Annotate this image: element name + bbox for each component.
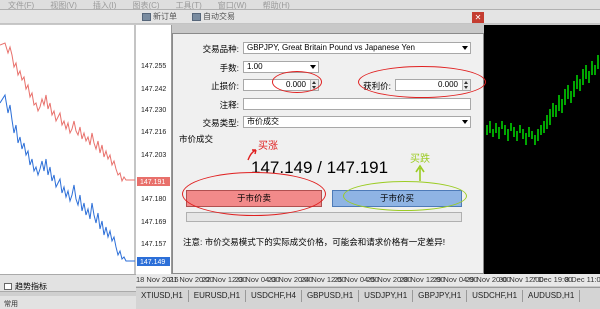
tab-audusd[interactable]: AUDUSD,H1 <box>523 290 581 302</box>
candlestick-chart[interactable] <box>484 25 600 274</box>
tab-xtiusd[interactable]: XTIUSD,H1 <box>136 290 189 302</box>
stoploss-label: 止损价: <box>211 81 239 91</box>
chevron-down-icon <box>310 65 316 69</box>
volume-value: 1.00 <box>247 62 263 71</box>
price-tick: 147.180 <box>141 196 166 203</box>
time-tick: 8 Dec 11:00 <box>565 275 600 284</box>
ordertype-label: 交易类型: <box>202 118 239 128</box>
auto-trade-icon <box>192 13 201 21</box>
toolbar: 新订单 自动交易 <box>0 10 600 24</box>
bid-line <box>0 93 135 262</box>
chevron-down-icon <box>462 46 468 50</box>
candlestick-svg <box>486 55 599 145</box>
navigator-tab[interactable]: 常用 <box>4 299 18 309</box>
menu-window[interactable]: 窗口(W) <box>210 2 255 10</box>
time-tick: 25 Nov 20:00 <box>367 275 412 284</box>
menu-chart[interactable]: 图表(C) <box>124 2 167 10</box>
stoploss-highlight-oval <box>272 71 322 93</box>
new-order-button[interactable]: 新订单 <box>140 12 177 22</box>
buy-annotation: 买跌 <box>410 154 430 165</box>
menu-bar: 文件(F) 视图(V) 插入(I) 图表(C) 工具(T) 窗口(W) 帮助(H) <box>0 0 600 10</box>
tick-chart[interactable]: 147.255 147.242 147.230 147.216 147.203 … <box>0 25 172 274</box>
close-icon[interactable]: ✕ <box>472 12 484 23</box>
bid-price-badge-text: 147.149 <box>140 259 165 266</box>
chevron-down-icon <box>462 120 468 124</box>
price-tick: 147.255 <box>141 63 166 70</box>
time-tick: 21 Nov 20:00 <box>169 275 214 284</box>
indicator-label: 趋势指标 <box>15 282 47 291</box>
ordertype-value: 市价成交 <box>247 117 279 126</box>
ordertype-select[interactable]: 市价成交 <box>243 116 471 128</box>
navigator-panel: 趋势指标 常用 <box>0 274 136 309</box>
time-tick: 24 Nov 12:00 <box>301 275 346 284</box>
auto-trade-button[interactable]: 自动交易 <box>190 12 235 22</box>
time-tick: 30 Nov 12:00 <box>499 275 544 284</box>
tab-gbpusd[interactable]: GBPUSD,H1 <box>302 290 360 302</box>
tab-usdjpy[interactable]: USDJPY,H1 <box>359 290 414 302</box>
price-tick: 147.230 <box>141 107 166 114</box>
buy-button-highlight-oval <box>343 181 467 211</box>
price-tick: 147.242 <box>141 86 166 93</box>
tab-usdchf-h4[interactable]: USDCHF,H4 <box>246 290 302 302</box>
menu-file[interactable]: 文件(F) <box>0 2 42 10</box>
time-tick: 25 Nov 04:00 <box>334 275 379 284</box>
sell-button-highlight-oval <box>182 172 326 216</box>
ask-line <box>0 42 135 183</box>
price-separator: / <box>312 158 327 177</box>
chart-tabs: XTIUSD,H1 EURUSD,H1 USDCHF,H4 GBPUSD,H1 USDJ… <box>136 287 600 309</box>
price-tick: 147.216 <box>141 129 166 136</box>
time-tick: 29 Nov 20:00 <box>466 275 511 284</box>
time-tick: 18 Nov 2016 <box>136 275 179 284</box>
tick-chart-svg: 147.255 147.242 147.230 147.216 147.203 … <box>0 25 170 274</box>
horizontal-scrollbar[interactable] <box>0 291 136 296</box>
price-tick: 147.203 <box>141 152 166 159</box>
menu-view[interactable]: 视图(V) <box>42 2 85 10</box>
notice-text: 注意: 市价交易模式下的实际成交价格，可能会和请求价格有一定差异! <box>183 237 446 247</box>
menu-tools[interactable]: 工具(T) <box>168 2 210 10</box>
symbol-select[interactable]: GBPJPY, Great Britain Pound vs Japanese … <box>243 42 471 54</box>
new-order-icon <box>142 13 151 21</box>
time-tick: 28 Nov 12:00 <box>400 275 445 284</box>
sell-annotation: 买涨 <box>258 141 278 152</box>
volume-label: 手数: <box>219 63 239 73</box>
menu-insert[interactable]: 插入(I) <box>85 2 125 10</box>
time-tick: 22 Nov 12:00 <box>202 275 247 284</box>
time-tick: 23 Nov 20:00 <box>268 275 313 284</box>
candles <box>486 55 599 145</box>
time-tick: 29 Nov 04:00 <box>433 275 478 284</box>
tab-gbpjpy[interactable]: GBPJPY,H1 <box>413 290 468 302</box>
new-order-label: 新订单 <box>153 12 177 21</box>
ask-price-badge-text: 147.191 <box>140 179 165 186</box>
time-axis: 18 Nov 201621 Nov 20:0022 Nov 12:0023 No… <box>136 274 600 286</box>
price-tick: 147.169 <box>141 219 166 226</box>
indicator-icon <box>4 283 12 291</box>
comment-label: 注释: <box>219 100 239 110</box>
tab-eurusd[interactable]: EURUSD,H1 <box>189 290 247 302</box>
green-arrow-icon <box>415 164 425 181</box>
takeprofit-highlight-oval <box>358 66 486 98</box>
symbol-value: GBPJPY, Great Britain Pound vs Japanese … <box>247 43 415 52</box>
time-tick: 23 Nov 04:00 <box>235 275 280 284</box>
ask-price: 147.191 <box>326 158 389 177</box>
red-arrow-icon <box>247 149 257 161</box>
comment-input[interactable] <box>243 98 471 110</box>
section-title: 市价成交 <box>179 134 214 144</box>
menu-help[interactable]: 帮助(H) <box>255 2 298 10</box>
tab-usdchf-h1[interactable]: USDCHF,H1 <box>467 290 524 302</box>
symbol-label: 交易品种: <box>202 44 239 54</box>
navigator-tab-label: 常用 <box>4 301 18 308</box>
time-tick: 7 Dec 19:00 <box>532 275 573 284</box>
auto-trade-label: 自动交易 <box>203 12 235 21</box>
price-tick: 147.157 <box>141 241 166 248</box>
